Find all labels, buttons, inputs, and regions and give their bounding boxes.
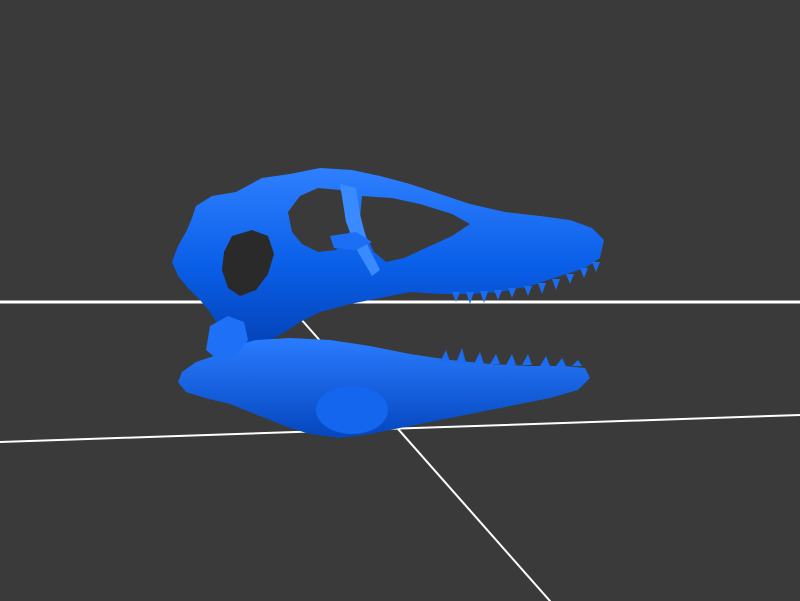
ground-grid xyxy=(0,300,800,601)
scene-canvas[interactable] xyxy=(0,0,800,601)
3d-viewport[interactable] xyxy=(0,0,800,601)
jaw-boss xyxy=(316,386,388,434)
lower-jaw xyxy=(178,338,590,438)
